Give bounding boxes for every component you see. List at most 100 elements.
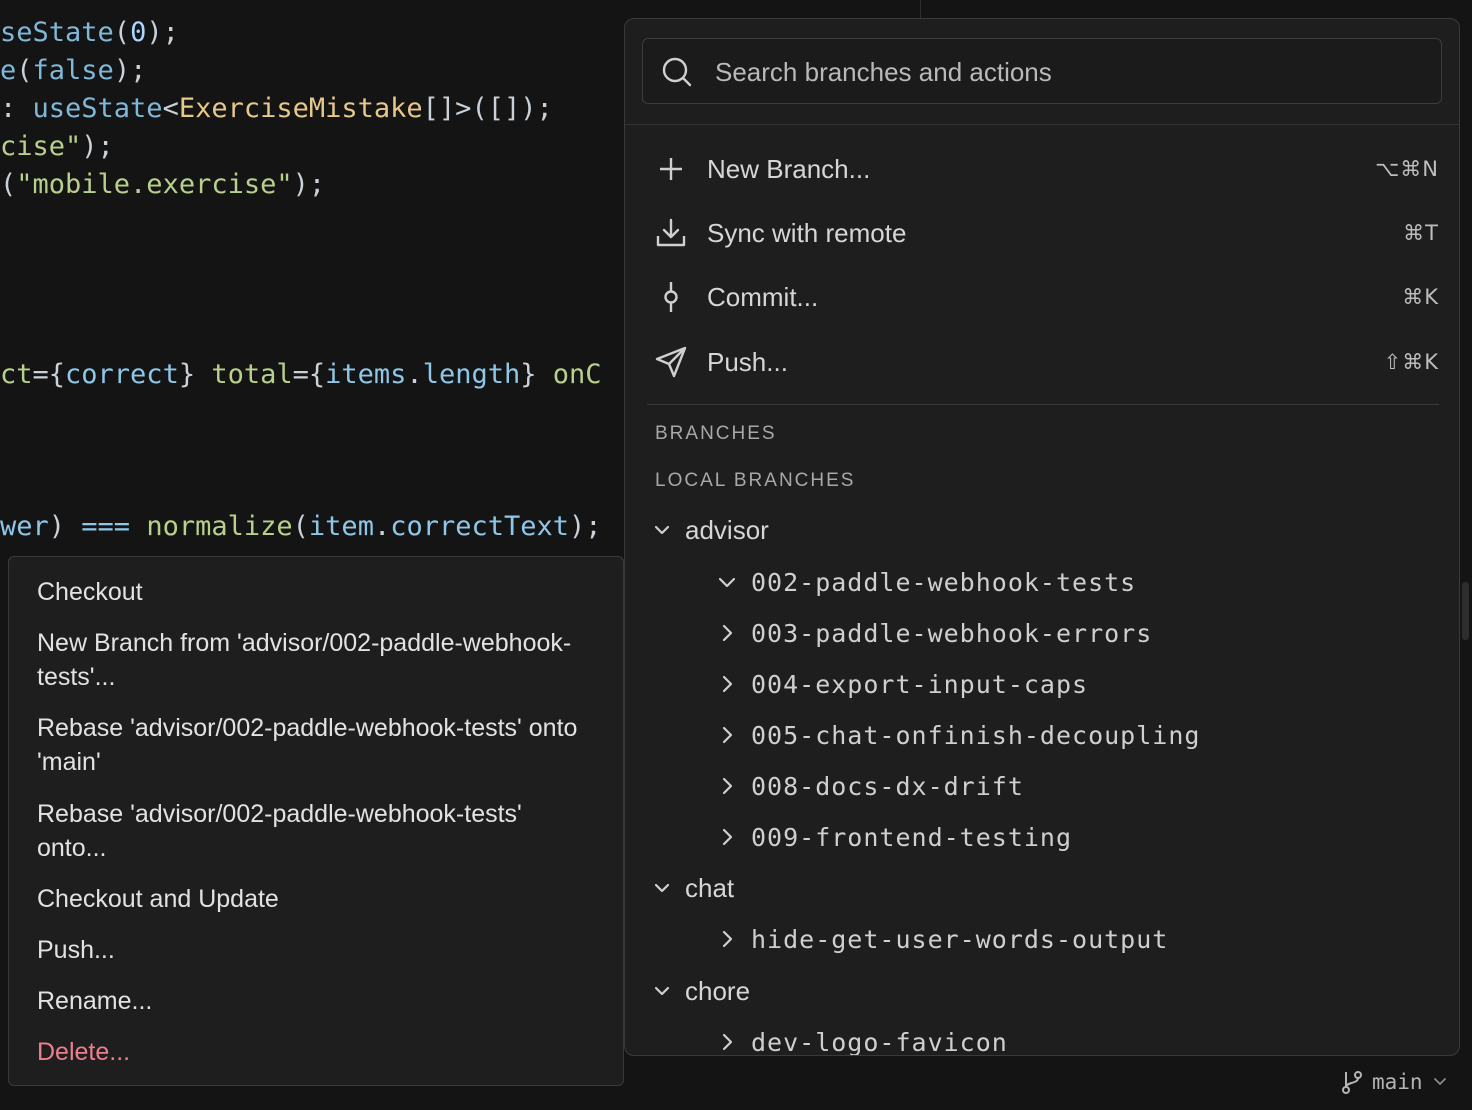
- chevron-right-icon: [722, 675, 733, 693]
- group-label: advisor: [685, 514, 769, 545]
- commit-icon: [647, 268, 695, 326]
- chevron-right-icon: [722, 828, 733, 846]
- shortcut-hint: ⌘K: [1402, 285, 1439, 309]
- chevron-down-icon: [654, 986, 670, 996]
- push-action[interactable]: Push... ⇧⌘K: [647, 333, 1439, 391]
- code-token: .: [406, 359, 423, 390]
- branch-item[interactable]: 002-paddle-webhook-tests: [717, 560, 1136, 604]
- chevron-right-icon: [722, 1033, 733, 1051]
- menu-item-checkout-and-update[interactable]: Checkout and Update: [37, 882, 597, 916]
- commit-action[interactable]: Commit... ⌘K: [647, 268, 1439, 326]
- code-token: ={: [32, 359, 66, 390]
- branch-name: dev-logo-favicon: [751, 1027, 1008, 1056]
- branch-item[interactable]: 003-paddle-webhook-errors: [717, 611, 1152, 655]
- chevron-right-icon: [722, 624, 733, 642]
- menu-item-delete[interactable]: Delete...: [37, 1035, 597, 1069]
- code-token: );: [569, 511, 602, 542]
- send-icon: [647, 333, 695, 391]
- sidebar-divider: [920, 0, 921, 18]
- group-label: chore: [685, 975, 751, 1006]
- section-header-branches: BRANCHES: [655, 423, 777, 444]
- code-line: ("mobile.exercise");: [0, 166, 325, 204]
- code-line: wer) === normalize(item.correctText);: [0, 508, 602, 546]
- chevron-right-icon: [722, 930, 733, 948]
- shortcut-hint: ⌥⌘N: [1375, 157, 1439, 181]
- code-token: ct: [0, 359, 33, 390]
- branch-group-chore[interactable]: chore: [653, 969, 750, 1013]
- chevron-down-icon: [718, 577, 736, 588]
- code-token: cise": [0, 131, 82, 162]
- branch-group-advisor[interactable]: advisor: [653, 508, 769, 552]
- chevron-right-icon: [722, 777, 733, 795]
- branch-item[interactable]: 005-chat-onfinish-decoupling: [717, 713, 1200, 757]
- group-label: chat: [685, 872, 735, 903]
- code-token: (: [0, 169, 17, 200]
- branch-name: 005-chat-onfinish-decoupling: [751, 720, 1201, 750]
- code-token: ): [48, 511, 82, 542]
- branch-item[interactable]: dev-logo-favicon: [717, 1020, 1008, 1056]
- new-branch-action[interactable]: New Branch... ⌥⌘N: [647, 140, 1439, 198]
- branch-group-chat[interactable]: chat: [653, 866, 734, 910]
- code-token: );: [292, 169, 326, 200]
- code-token: item: [308, 511, 374, 542]
- code-line: : useState<ExerciseMistake[]>([]);: [0, 90, 553, 128]
- code-token: length: [422, 359, 521, 390]
- branch-name: 004-export-input-caps: [751, 669, 1089, 699]
- branch-picker-panel: New Branch... ⌥⌘N Sync with remote ⌘T Co…: [624, 18, 1460, 1056]
- section-header-local-branches: LOCAL BRANCHES: [655, 470, 856, 491]
- action-label: Push...: [707, 346, 788, 377]
- action-label: Sync with remote: [707, 217, 907, 248]
- code-token: );: [81, 131, 114, 162]
- code-token: }: [178, 359, 212, 390]
- branch-name: main: [1372, 1070, 1423, 1094]
- search-box[interactable]: [642, 38, 1442, 105]
- menu-item-checkout[interactable]: Checkout: [37, 575, 597, 609]
- download-icon: [647, 204, 695, 262]
- divider: [625, 124, 1459, 125]
- branch-item[interactable]: hide-get-user-words-output: [717, 917, 1168, 961]
- divider: [647, 404, 1439, 405]
- code-token: e: [0, 55, 17, 86]
- menu-item-rebase-onto[interactable]: Rebase 'advisor/002-paddle-webhook-tests…: [37, 797, 597, 865]
- branch-item[interactable]: 004-export-input-caps: [717, 662, 1088, 706]
- code-token: "mobile.exercise": [16, 169, 293, 200]
- code-token: );: [146, 17, 179, 48]
- chevron-right-icon: [722, 726, 733, 744]
- code-token: correct: [65, 359, 179, 390]
- branch-item[interactable]: 008-docs-dx-drift: [717, 764, 1024, 808]
- code-token: );: [113, 55, 147, 86]
- scrollbar-thumb[interactable]: [1462, 582, 1469, 640]
- action-label: Commit...: [707, 281, 819, 312]
- action-label: New Branch...: [707, 153, 871, 184]
- status-bar-branch[interactable]: main: [1340, 1066, 1447, 1098]
- menu-item-rename[interactable]: Rename...: [37, 984, 597, 1018]
- shortcut-hint: ⌘T: [1403, 221, 1439, 245]
- chevron-down-icon: [654, 525, 670, 535]
- chevron-down-icon: [1433, 1078, 1446, 1085]
- code-line: ct={correct} total={items.length} onC: [0, 356, 602, 394]
- code-token: 0: [130, 17, 147, 48]
- code-token: wer: [0, 511, 49, 542]
- code-token: :: [0, 93, 33, 124]
- branch-context-menu: Checkout New Branch from 'advisor/002-pa…: [8, 556, 624, 1086]
- branch-name: 009-frontend-testing: [751, 822, 1073, 852]
- code-token: correctText: [390, 511, 570, 542]
- search-icon: [662, 57, 692, 87]
- menu-item-rebase-onto-main[interactable]: Rebase 'advisor/002-paddle-webhook-tests…: [37, 711, 597, 779]
- menu-item-push[interactable]: Push...: [37, 933, 597, 967]
- shortcut-hint: ⇧⌘K: [1383, 350, 1439, 374]
- code-line: e(false);: [0, 52, 146, 90]
- code-token: }: [520, 359, 553, 390]
- code-token: ExerciseMistake: [178, 93, 423, 124]
- code-token: useState: [32, 93, 163, 124]
- code-token: (: [113, 17, 131, 48]
- code-token: .: [373, 511, 391, 542]
- code-line: cise");: [0, 128, 114, 166]
- code-token: total: [211, 359, 293, 390]
- chevron-down-icon: [654, 883, 670, 893]
- branch-name: hide-get-user-words-output: [751, 924, 1169, 954]
- search-input[interactable]: [713, 39, 1417, 105]
- branch-item[interactable]: 009-frontend-testing: [717, 815, 1072, 859]
- sync-with-remote-action[interactable]: Sync with remote ⌘T: [647, 204, 1439, 262]
- menu-item-new-branch-from[interactable]: New Branch from 'advisor/002-paddle-webh…: [37, 626, 597, 694]
